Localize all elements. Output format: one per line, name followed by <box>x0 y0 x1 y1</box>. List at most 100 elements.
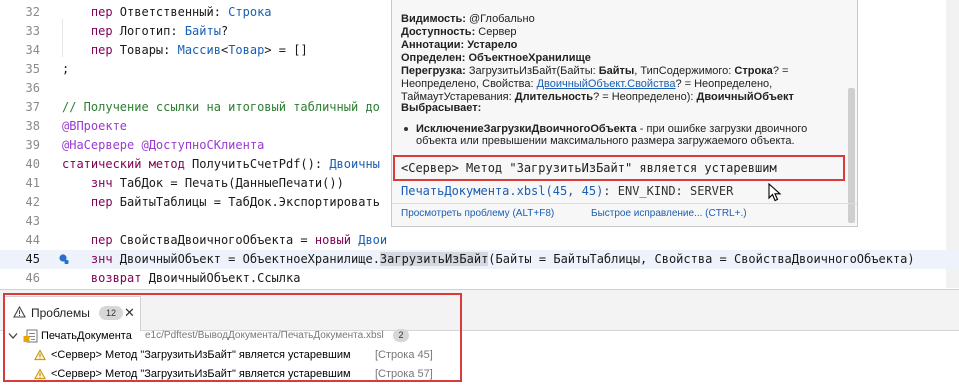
code-token: ДанныеПечати <box>235 176 323 190</box>
properties-type-link[interactable]: ДвоичныйОбъект.Свойства <box>537 78 676 90</box>
overload-text: ЗагрузитьИзБайт(Байты: <box>468 65 599 77</box>
code-line[interactable]: 46 возврат ДвоичныйОбъект.Ссылка <box>0 269 959 288</box>
code-token: (): <box>300 157 330 171</box>
code-token: пер <box>62 233 120 247</box>
code-token: Товары <box>119 43 164 57</box>
code-token: Строка <box>228 5 272 19</box>
overload-type: Строка <box>734 65 773 77</box>
code-text: пер БайтыТаблицы = ТабДок.Экспортировать <box>62 193 380 212</box>
code-text: пер СвойстваДвоичногоОбъекта = новый Дво… <box>62 231 387 250</box>
line-number: 45 <box>25 252 40 266</box>
popup-location-row: ПечатьДокумента.xbsl(45, 45): ENV_KIND: … <box>401 184 733 198</box>
line-number: 39 <box>25 138 40 152</box>
code-text: пер Ответственный: Строка <box>62 3 272 22</box>
code-token: : <box>170 24 185 38</box>
code-text: // Получение ссылки на итоговый табличны… <box>62 98 380 117</box>
line-number: 40 <box>25 157 40 171</box>
code-token: Товар <box>228 43 265 57</box>
code-token: пер <box>62 24 120 38</box>
overload-text: Неопределено, Свойства: <box>401 78 537 90</box>
code-token: Двоичны <box>329 157 380 171</box>
popup-throws-row: Выбрасывает: <box>401 102 481 114</box>
visibility-label: Видимость: <box>401 13 466 25</box>
code-token: Ответственный <box>119 5 214 19</box>
code-token: . <box>372 252 380 266</box>
code-token: = <box>531 252 554 266</box>
code-token: Байты <box>495 252 532 266</box>
exception-desc: объекта или превышении максимального раз… <box>416 135 795 147</box>
line-number: 43 <box>25 214 40 228</box>
code-token: новый <box>314 233 359 247</box>
code-token: пер <box>62 195 120 209</box>
code-token: ) <box>907 252 915 266</box>
location-link[interactable]: ПечатьДокумента.xbsl(45, 45) <box>401 184 603 198</box>
code-token: ()) <box>322 176 344 190</box>
code-token: . <box>271 195 279 209</box>
line-number: 33 <box>25 24 40 38</box>
exception-name: ИсключениеЗагрузкиДвоичногоОбъекта <box>416 123 637 135</box>
code-text: возврат ДвоичныйОбъект.Ссылка <box>62 269 301 288</box>
code-token: ДвоичныйОбъект <box>148 271 250 285</box>
code-token: > = [] <box>264 43 308 57</box>
overload-type: Байты <box>598 65 635 77</box>
popup-visibility-row: Видимость: @Глобально <box>401 13 535 25</box>
code-token: знч <box>62 252 120 266</box>
code-token: : <box>213 5 229 19</box>
code-token: Свойства <box>654 252 713 266</box>
code-text: знч ТабДок = Печать(ДанныеПечати()) <box>62 174 344 193</box>
code-token: , <box>640 252 655 266</box>
mouse-pointer-icon <box>768 183 782 202</box>
popup-divider <box>392 203 857 204</box>
code-token: ? <box>220 24 229 38</box>
line-number: 37 <box>25 100 40 114</box>
code-token: Двои <box>358 233 388 247</box>
code-token: = <box>712 252 734 266</box>
throws-label: Выбрасывает: <box>401 102 482 114</box>
code-token: Печать <box>184 176 229 190</box>
line-number: 32 <box>25 5 40 19</box>
code-line[interactable]: 44 пер СвойстваДвоичногоОбъекта = новый … <box>0 231 959 250</box>
access-value: Сервер <box>478 26 517 38</box>
code-token: пер <box>62 43 120 57</box>
code-token: ТабДок <box>228 195 272 209</box>
code-token: БайтыТаблицы <box>119 195 207 209</box>
code-token: Байты <box>184 24 221 38</box>
line-number: 35 <box>25 62 40 76</box>
popup-overload-line2: Неопределено, Свойства: ДвоичныйОбъект.С… <box>401 78 772 90</box>
code-token: : <box>163 43 178 57</box>
code-text: пер Товары: Массив<Товар> = [] <box>62 41 308 60</box>
code-token: = <box>293 233 315 247</box>
defined-value: ОбъектноеХранилище <box>468 52 591 64</box>
code-token: // Получение ссылки на итоговый табличны… <box>62 100 380 114</box>
code-token: ДвоичныйОбъект <box>119 252 221 266</box>
code-token: = <box>163 176 185 190</box>
overload-text: ? = Неопределено): <box>593 91 697 103</box>
code-token: Ссылка <box>257 271 301 285</box>
code-token: @ВПроекте <box>62 119 128 133</box>
line-number: 34 <box>25 43 40 57</box>
code-token: БайтыТаблицы <box>553 252 641 266</box>
code-token: ТабДок <box>119 176 164 190</box>
quick-fix-link[interactable]: Быстрое исправление... (CTRL+.) <box>591 208 747 219</box>
popup-access-row: Доступность: Сервер <box>401 26 516 38</box>
code-token: ( <box>488 252 496 266</box>
code-token: ОбъектноеХранилище <box>242 252 373 266</box>
hover-info-popup: Видимость: @Глобально Доступность: Серве… <box>391 0 858 227</box>
popup-overload-line1: Перегрузка: ЗагрузитьИзБайт(Байты: Байты… <box>401 65 788 77</box>
code-token: СвойстваДвоичногоОбъекта <box>733 252 908 266</box>
popup-defined-row: Определен: ОбъектноеХранилище <box>401 52 591 64</box>
code-token: возврат <box>62 271 149 285</box>
bullet-icon <box>404 127 408 131</box>
code-line[interactable]: 45 знч ДвоичныйОбъект = ОбъектноеХранили… <box>0 250 959 269</box>
highlight-box-warning <box>393 155 845 181</box>
code-token: . <box>249 271 258 285</box>
line-number: 41 <box>25 176 40 190</box>
code-text: пер Логотип: Байты? <box>62 22 228 41</box>
defined-label: Определен: <box>401 52 466 64</box>
code-token: Массив <box>177 43 221 57</box>
code-token: знч <box>62 176 120 190</box>
view-problem-link[interactable]: Просмотреть проблему (ALT+F8) <box>401 208 554 219</box>
line-number: 44 <box>25 233 40 247</box>
exception-desc: - при ошибке загрузки двоичного <box>636 123 808 135</box>
code-text: знч ДвоичныйОбъект = ОбъектноеХранилище.… <box>62 250 915 269</box>
